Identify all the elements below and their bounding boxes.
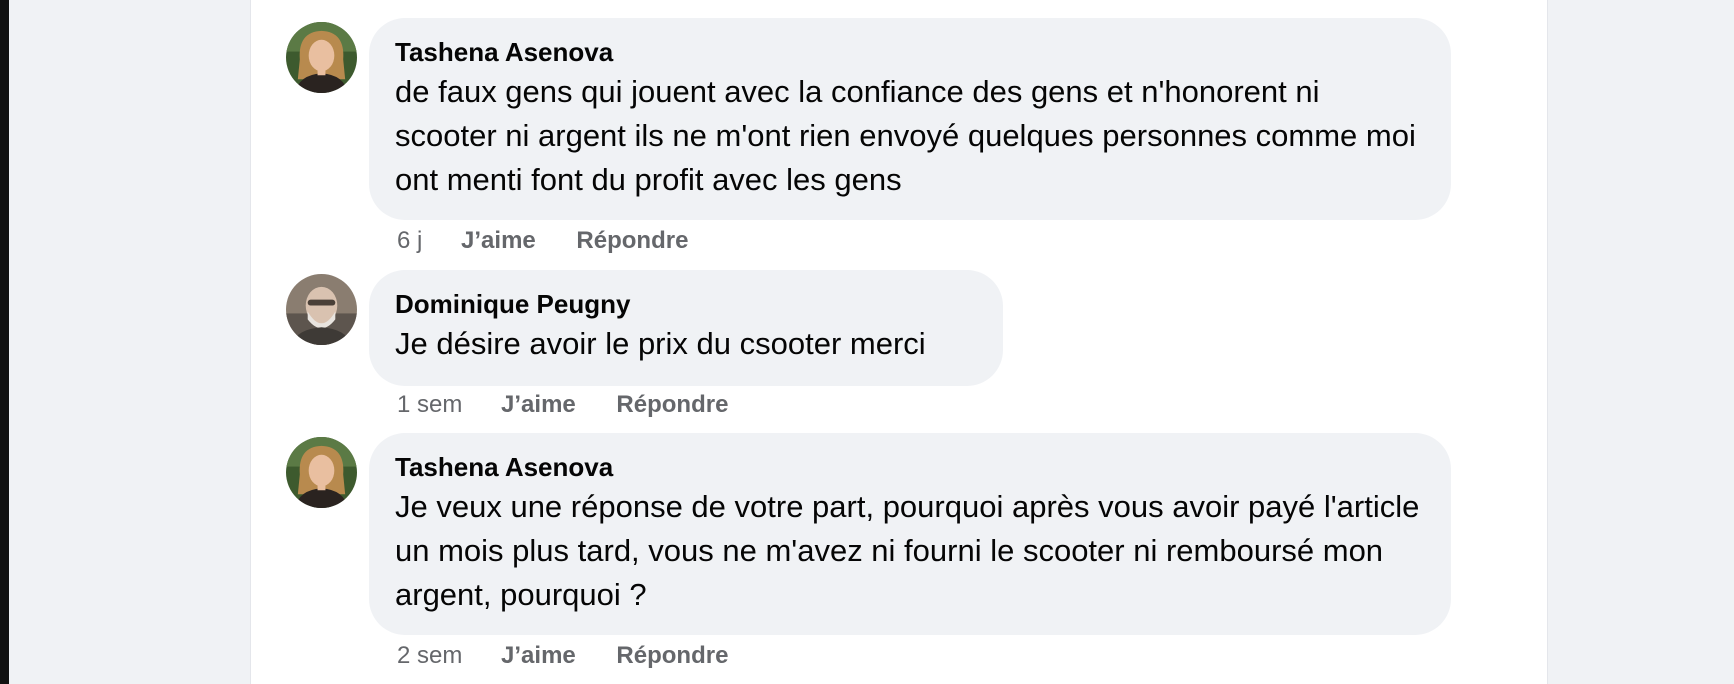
comment-author[interactable]: Dominique Peugny <box>395 288 977 320</box>
avatar[interactable] <box>286 22 357 93</box>
comment-actions: 6 j J’aime Répondre <box>397 226 722 256</box>
comment-bubble: Dominique Peugny Je désire avoir le prix… <box>369 270 1003 386</box>
reply-button[interactable]: Répondre <box>616 642 728 669</box>
like-button[interactable]: J’aime <box>501 642 576 669</box>
comment-actions: 2 sem J’aime Répondre <box>397 641 762 671</box>
user-photo-icon <box>286 22 357 93</box>
comment-bubble: Tashena Asenova Je veux une réponse de v… <box>369 433 1451 635</box>
comment-text: Je veux une réponse de votre part, pourq… <box>395 489 1420 612</box>
reply-button[interactable]: Répondre <box>616 391 728 418</box>
comment-text: de faux gens qui jouent avec la confianc… <box>395 74 1416 197</box>
like-button[interactable]: J’aime <box>461 227 536 254</box>
comments-panel: Tashena Asenova de faux gens qui jouent … <box>250 0 1548 684</box>
comment-timestamp[interactable]: 6 j <box>397 227 422 254</box>
comment-actions: 1 sem J’aime Répondre <box>397 390 762 420</box>
comment-timestamp[interactable]: 2 sem <box>397 642 462 669</box>
user-photo-icon <box>286 437 357 508</box>
comment-bubble: Tashena Asenova de faux gens qui jouent … <box>369 18 1451 220</box>
like-button[interactable]: J’aime <box>501 391 576 418</box>
reply-button[interactable]: Répondre <box>576 227 688 254</box>
window-edge <box>0 0 9 684</box>
comment-author[interactable]: Tashena Asenova <box>395 36 1425 68</box>
comment-timestamp[interactable]: 1 sem <box>397 391 462 418</box>
user-photo-icon <box>286 274 357 345</box>
comment-text: Je désire avoir le prix du csooter merci <box>395 326 926 361</box>
avatar[interactable] <box>286 274 357 345</box>
avatar[interactable] <box>286 437 357 508</box>
comment-author[interactable]: Tashena Asenova <box>395 451 1425 483</box>
